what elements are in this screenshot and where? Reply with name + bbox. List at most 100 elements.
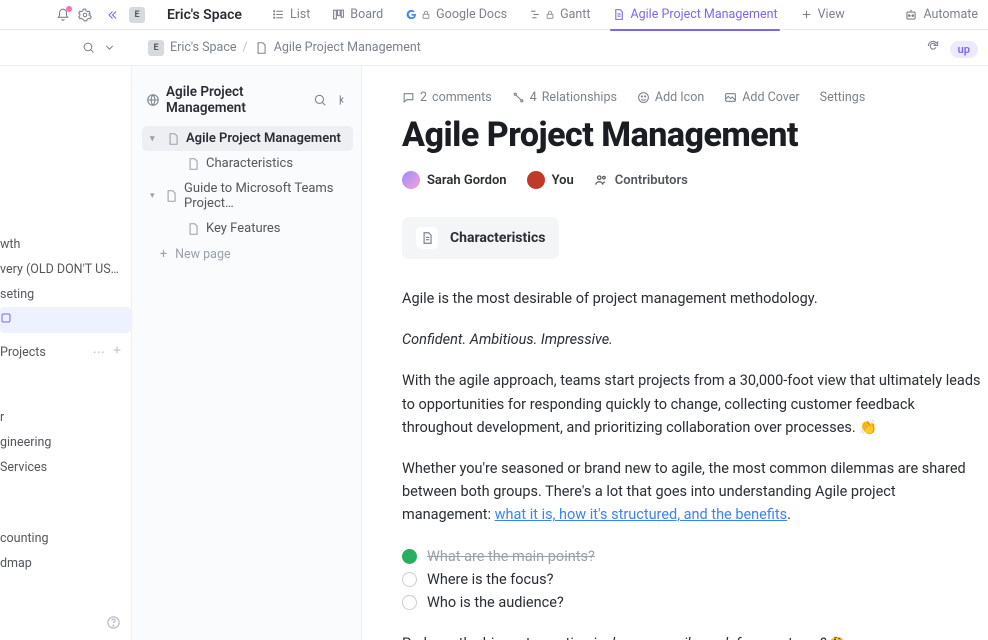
checklist-item[interactable]: Who is the audience? xyxy=(402,591,988,614)
view-tab-list[interactable]: List xyxy=(262,0,320,30)
tree-title[interactable]: Agile Project Management xyxy=(166,84,307,116)
doc-icon xyxy=(254,41,268,55)
tree-item-label: Guide to Microsoft Teams Project… xyxy=(184,181,347,211)
sidebar-item[interactable]: counting xyxy=(0,526,131,551)
space-icon-small: E xyxy=(148,40,164,56)
text-italic: how can agile work for your team? xyxy=(612,635,826,640)
tree-collapse-icon[interactable] xyxy=(335,93,349,107)
sidebar-item[interactable]: dmap xyxy=(0,551,131,576)
space-badge: E xyxy=(129,7,145,23)
globe-icon xyxy=(146,93,160,107)
doc-settings-button[interactable]: Settings xyxy=(820,90,866,105)
space-title[interactable]: Eric's Space xyxy=(167,7,242,23)
text-run: Perhaps the biggest question is: xyxy=(402,635,612,640)
comments-label: comments xyxy=(432,90,492,105)
paragraph-tagline[interactable]: Confident. Ambitious. Impressive. xyxy=(402,328,988,351)
add-cover-button[interactable]: Add Cover xyxy=(724,90,799,105)
view-tabs: List Board Google Docs Gantt Agile Proje… xyxy=(262,0,855,30)
view-tab-label: Agile Project Management xyxy=(630,7,777,22)
paragraph[interactable]: Perhaps the biggest question is: how can… xyxy=(402,632,988,640)
view-tab-googledocs[interactable]: Google Docs xyxy=(395,0,517,30)
text-run: . xyxy=(787,506,791,523)
caret-icon[interactable]: ▾ xyxy=(150,191,158,201)
you-chip[interactable]: You xyxy=(527,171,574,189)
update-pill[interactable]: up xyxy=(950,41,978,58)
characteristics-chip[interactable]: Characteristics xyxy=(402,217,559,259)
doc-title[interactable]: Agile Project Management xyxy=(402,115,988,155)
tree-item[interactable]: ▾ Agile Project Management xyxy=(142,126,353,151)
paragraph[interactable]: With the agile approach, teams start pro… xyxy=(402,369,988,439)
avatar xyxy=(402,171,420,189)
checklist-text: What are the main points? xyxy=(427,548,595,565)
search-area xyxy=(0,41,132,54)
tree-search-icon[interactable] xyxy=(313,93,327,107)
refresh-icon[interactable] xyxy=(926,39,940,53)
paragraph[interactable]: Whether you're seasoned or brand new to … xyxy=(402,457,988,527)
doc-icon xyxy=(186,157,200,171)
sidebar-item[interactable]: r xyxy=(0,405,131,430)
checkbox[interactable] xyxy=(402,572,417,587)
automate-button[interactable]: Automate xyxy=(904,7,978,22)
checklist-text: Where is the focus? xyxy=(427,571,553,588)
tree-item[interactable]: Key Features xyxy=(142,216,353,241)
new-page-button[interactable]: + New page xyxy=(142,241,353,268)
contributors-chip[interactable]: Contributors xyxy=(594,173,688,188)
inline-link[interactable]: what it is, how it's structured, and the… xyxy=(495,506,788,523)
sidebar-item[interactable]: Services xyxy=(0,455,131,480)
add-cover-label: Add Cover xyxy=(742,90,799,105)
plus-icon[interactable] xyxy=(111,344,123,360)
relationships-button[interactable]: 4 Relationships xyxy=(512,90,617,105)
collapse-sidebar-icon[interactable] xyxy=(105,8,119,22)
view-tab-label: Google Docs xyxy=(436,7,507,22)
add-icon-button[interactable]: Add Icon xyxy=(637,90,704,105)
sidebar-item[interactable]: very (OLD DON'T US… xyxy=(0,257,131,282)
sidebar-item-selected[interactable] xyxy=(0,307,131,333)
view-tab-active-doc[interactable]: Agile Project Management xyxy=(602,0,787,30)
tree-item[interactable]: Characteristics xyxy=(142,151,353,176)
doc-icon xyxy=(186,222,200,236)
tree-item-label: Agile Project Management xyxy=(186,131,341,146)
subbar-right: up xyxy=(926,39,988,57)
sidebar-item-projects[interactable]: Projects ⋯ xyxy=(0,339,131,365)
help-icon[interactable] xyxy=(106,615,121,634)
topbar-left-icons xyxy=(10,8,119,22)
breadcrumb-root[interactable]: Eric's Space xyxy=(170,40,237,55)
breadcrumb-separator: / xyxy=(243,40,248,55)
notification-dot xyxy=(66,6,72,12)
characteristics-label: Characteristics xyxy=(450,230,545,246)
tree-item-label: Key Features xyxy=(206,221,281,236)
checkbox[interactable] xyxy=(402,595,417,610)
view-tab-label: Board xyxy=(350,7,383,22)
sidebar-item[interactable]: wth xyxy=(0,232,131,257)
settings-gear-icon[interactable] xyxy=(78,8,92,22)
plus-icon: + xyxy=(160,247,167,262)
new-page-label: New page xyxy=(175,247,231,262)
breadcrumb-current[interactable]: Agile Project Management xyxy=(274,40,421,55)
notifications-icon[interactable] xyxy=(56,8,70,22)
contributors-label: Contributors xyxy=(615,173,688,188)
tree-item[interactable]: ▾ Guide to Microsoft Teams Project… xyxy=(142,176,353,216)
doc-icon xyxy=(416,227,438,249)
view-tab-add[interactable]: View xyxy=(790,0,855,30)
search-icon[interactable] xyxy=(82,41,95,54)
chevron-down-icon[interactable] xyxy=(103,41,116,54)
doc-content[interactable]: Agile is the most desirable of project m… xyxy=(402,287,988,640)
tree-list: ▾ Agile Project Management Characteristics… xyxy=(142,126,353,241)
view-tab-board[interactable]: Board xyxy=(322,0,393,30)
sidebar-item[interactable]: gineering xyxy=(0,430,131,455)
caret-icon[interactable]: ▾ xyxy=(150,134,160,144)
text-run: 🤔 xyxy=(826,637,845,640)
sidebar-item[interactable]: seting xyxy=(0,282,131,307)
paragraph[interactable]: Agile is the most desirable of project m… xyxy=(402,287,988,310)
doc-meta-bar: 2 comments 4 Relationships Add Icon Add … xyxy=(402,90,988,105)
comments-button[interactable]: 2 comments xyxy=(402,90,492,105)
rel-count: 4 xyxy=(530,90,537,105)
view-tab-gantt[interactable]: Gantt xyxy=(519,0,600,30)
sidebar-item-label: Projects xyxy=(0,345,87,360)
more-icon[interactable]: ⋯ xyxy=(93,344,106,360)
author-chip[interactable]: Sarah Gordon xyxy=(402,171,507,189)
checklist: What are the main points? Where is the fo… xyxy=(402,545,988,614)
checklist-item[interactable]: Where is the focus? xyxy=(402,568,988,591)
checkbox[interactable] xyxy=(402,549,417,564)
checklist-item[interactable]: What are the main points? xyxy=(402,545,988,568)
